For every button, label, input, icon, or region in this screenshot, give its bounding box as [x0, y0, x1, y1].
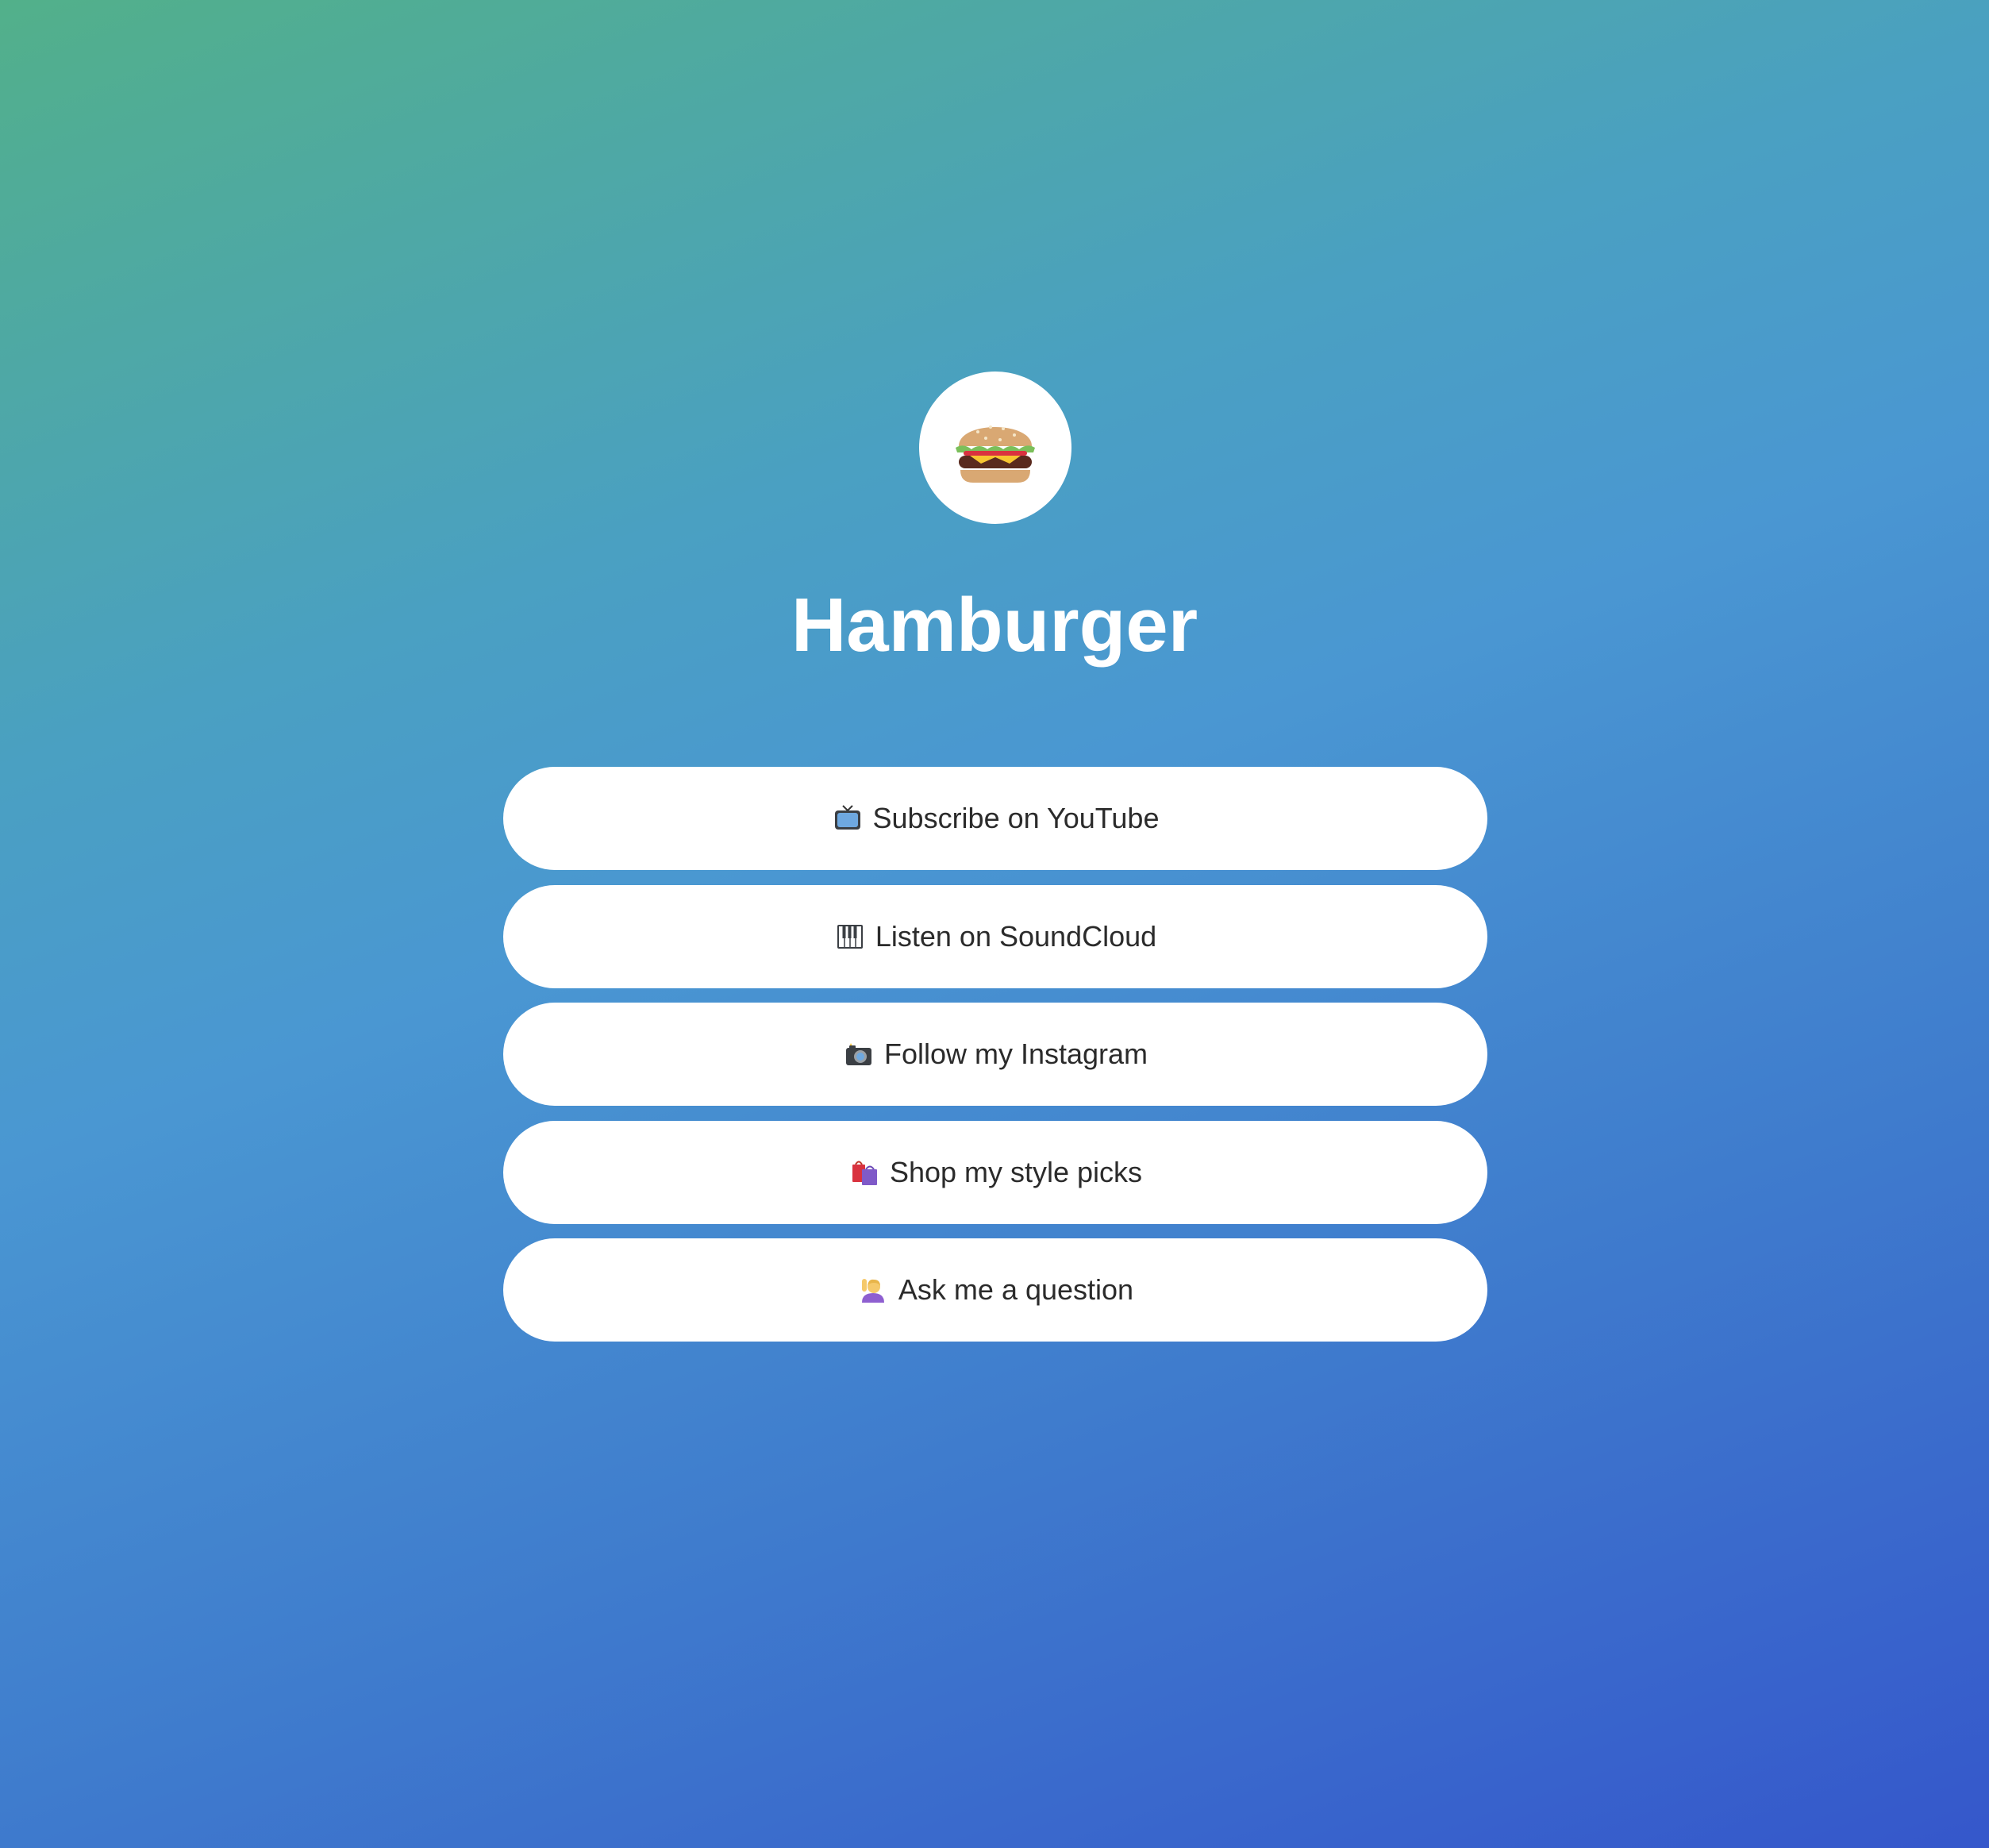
shopping-bags-icon	[848, 1157, 880, 1188]
camera-flash-icon	[843, 1038, 875, 1070]
avatar	[919, 372, 1071, 524]
piano-keys-icon	[834, 921, 866, 953]
television-icon	[832, 803, 864, 834]
link-list: Subscribe on YouTube Listen on SoundClou…	[503, 767, 1487, 1357]
page-title: Hamburger	[791, 583, 1198, 668]
link-label: Shop my style picks	[889, 1155, 1143, 1188]
instagram-link-button[interactable]: Follow my Instagram	[503, 1003, 1487, 1106]
shop-link-button[interactable]: Shop my style picks	[503, 1120, 1487, 1224]
hamburger-icon	[954, 410, 1037, 486]
youtube-link-button[interactable]: Subscribe on YouTube	[503, 767, 1487, 870]
page-background: Hamburger Subscribe on YouTube Listen on…	[0, 0, 1989, 1848]
person-raising-hand-icon	[857, 1274, 889, 1306]
link-label: Follow my Instagram	[883, 1038, 1148, 1070]
question-link-button[interactable]: Ask me a question	[503, 1238, 1487, 1342]
link-label: Listen on SoundCloud	[875, 919, 1157, 953]
link-label: Ask me a question	[898, 1273, 1134, 1306]
soundcloud-link-button[interactable]: Listen on SoundCloud	[503, 884, 1487, 988]
link-label: Subscribe on YouTube	[872, 802, 1160, 834]
